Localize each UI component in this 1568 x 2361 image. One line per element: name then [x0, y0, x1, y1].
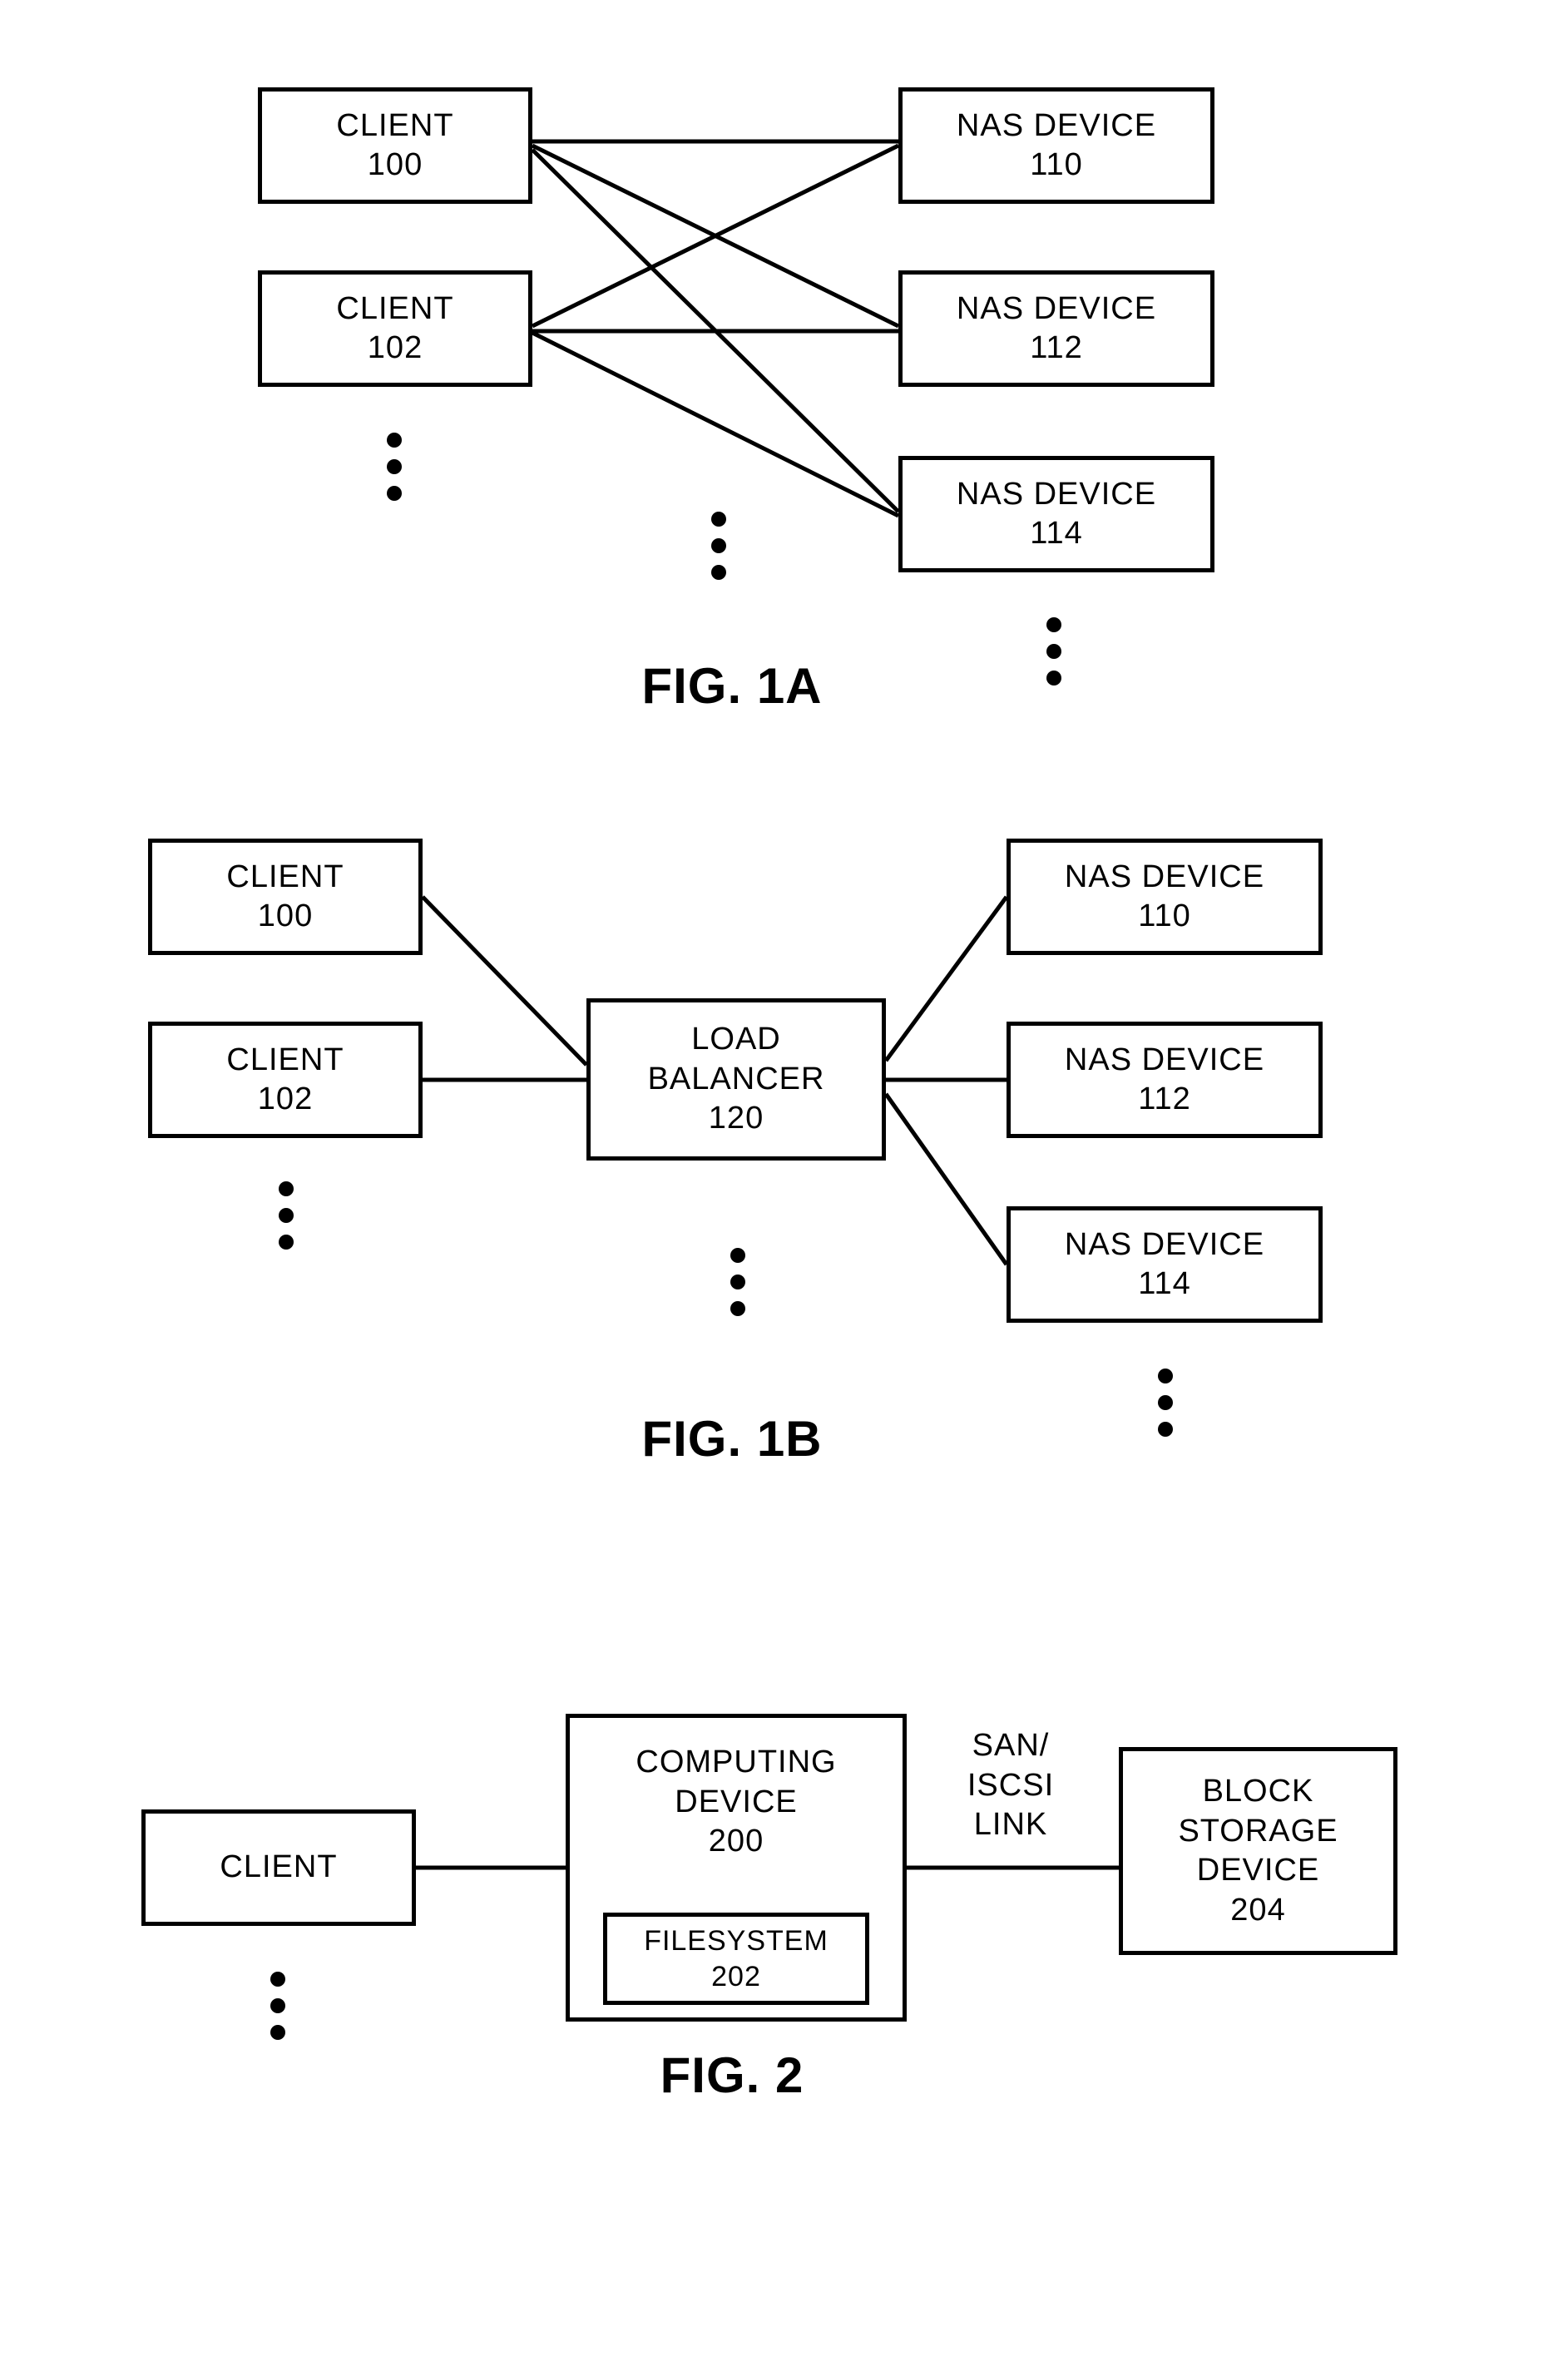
fig1b-nas-110: NAS DEVICE 110 [1007, 839, 1323, 955]
label: FILESYSTEM [644, 1923, 829, 1959]
ellipsis-dots-icon [711, 512, 726, 580]
ref-num: 110 [1138, 897, 1191, 937]
label: CLIENT [336, 290, 453, 329]
label-line1: SAN/ [927, 1726, 1094, 1766]
label: CLIENT [226, 1041, 344, 1081]
ellipsis-dots-icon [279, 1181, 294, 1250]
ref-num: 102 [368, 329, 423, 369]
fig1b-nas-112: NAS DEVICE 112 [1007, 1022, 1323, 1138]
label: CLIENT [220, 1848, 337, 1888]
fig2-block-storage-device-204: BLOCK STORAGE DEVICE 204 [1119, 1747, 1397, 1955]
fig1a-caption: FIG. 1A [599, 657, 865, 715]
ref-num: 100 [258, 897, 313, 937]
ref-num: 102 [258, 1080, 313, 1120]
ref-num: 112 [1138, 1080, 1191, 1120]
label-line1: BLOCK [1203, 1772, 1314, 1812]
ref-num: 110 [1030, 146, 1083, 186]
label: NAS DEVICE [957, 290, 1156, 329]
ellipsis-dots-icon [270, 1972, 285, 2040]
label: NAS DEVICE [1065, 1041, 1264, 1081]
label: NAS DEVICE [957, 475, 1156, 515]
fig2-client: CLIENT [141, 1809, 416, 1926]
ref-num: 100 [368, 146, 423, 186]
ellipsis-dots-icon [1046, 617, 1061, 686]
label: CLIENT [336, 106, 453, 146]
ellipsis-dots-icon [1158, 1369, 1173, 1437]
fig1b-client-102: CLIENT 102 [148, 1022, 423, 1138]
ref-num: 114 [1138, 1265, 1191, 1304]
label: NAS DEVICE [1065, 1225, 1264, 1265]
fig2-link-label: SAN/ ISCSI LINK [927, 1726, 1094, 1845]
label: CLIENT [226, 858, 344, 898]
fig2-filesystem-202: FILESYSTEM 202 [603, 1913, 869, 2005]
ref-num: 202 [711, 1959, 761, 1995]
fig1a-client-102: CLIENT 102 [258, 270, 532, 387]
label-line1: LOAD [691, 1020, 780, 1060]
ref-num: 112 [1030, 329, 1083, 369]
fig1b-nas-114: NAS DEVICE 114 [1007, 1206, 1323, 1323]
ref-num: 120 [709, 1099, 764, 1139]
ref-num: 204 [1230, 1891, 1285, 1931]
ref-num: 200 [709, 1822, 764, 1862]
fig1a-client-100: CLIENT 100 [258, 87, 532, 204]
ellipsis-dots-icon [387, 433, 402, 501]
fig1a-nas-112: NAS DEVICE 112 [898, 270, 1214, 387]
label: NAS DEVICE [1065, 858, 1264, 898]
fig1b-load-balancer-120: LOAD BALANCER 120 [586, 998, 886, 1161]
label-line3: DEVICE [1197, 1851, 1319, 1891]
label: NAS DEVICE [957, 106, 1156, 146]
label-line2: DEVICE [675, 1783, 797, 1823]
label-line2: ISCSI [927, 1766, 1094, 1806]
label-line2: STORAGE [1178, 1812, 1338, 1852]
fig1b-client-100: CLIENT 100 [148, 839, 423, 955]
ref-num: 114 [1030, 514, 1083, 554]
fig1a-nas-110: NAS DEVICE 110 [898, 87, 1214, 204]
fig1b-caption: FIG. 1B [599, 1410, 865, 1468]
label-line3: LINK [927, 1805, 1094, 1845]
fig2-caption: FIG. 2 [616, 2047, 848, 2104]
fig1a-nas-114: NAS DEVICE 114 [898, 456, 1214, 572]
diagram-page: CLIENT 100 CLIENT 102 NAS DEVICE 110 NAS… [0, 0, 1568, 2361]
ellipsis-dots-icon [730, 1248, 745, 1316]
fig2-computing-device-200: COMPUTING DEVICE 200 FILESYSTEM 202 [566, 1714, 907, 2022]
label-line1: COMPUTING [636, 1743, 836, 1783]
label-line2: BALANCER [648, 1060, 825, 1100]
